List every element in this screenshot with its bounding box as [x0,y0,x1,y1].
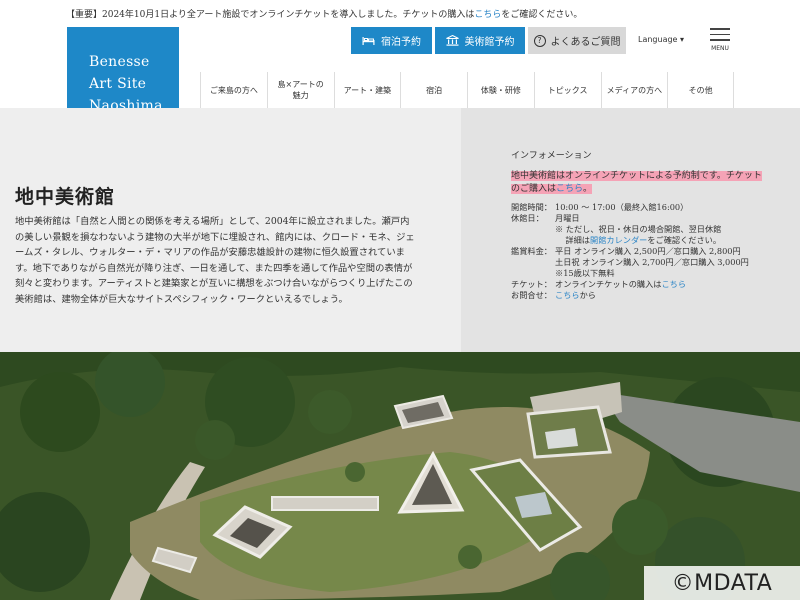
hamburger-icon-bar [710,33,730,35]
stay-reservation-label: 宿泊予約 [381,37,421,48]
hamburger-icon-bar [710,39,730,41]
notice-link[interactable]: こちら [474,10,501,20]
closed-row: 休館日： 月曜日 [511,213,749,224]
closed-value: 月曜日 [555,213,580,223]
main-nav: ご来島の方へ 島×アートの 魅力 アート・建築 宿泊 体験・研修 トピックス メデ… [200,72,734,108]
nav-item-label: アート・建築 [343,85,392,95]
museum-icon [445,35,459,46]
faq-button[interactable]: ? よくあるご質問 [528,27,626,54]
nav-item-label: ご来島の方へ [209,85,258,95]
closed-note-1-text: ※ ただし、祝日・休日の場合開館、翌日休館 [555,224,722,234]
museum-reservation-button[interactable]: 美術館予約 [435,27,525,54]
closed-note-2-prefix: 詳細は [565,235,590,245]
language-selector[interactable]: Language ▾ [638,35,684,44]
nav-item-label: メディアの方へ [606,85,663,95]
nav-item-label: トピックス [547,85,588,95]
fee-weekday: 平日 オンライン購入 2,500円／窓口購入 2,800円 [555,246,741,256]
information-panel: インフォメーション 地中美術館はオンラインチケットによる予約制です。チケットのご… [461,108,800,352]
menu-label: MENU [711,44,729,52]
aerial-photo: ©MDATA [0,352,800,600]
stay-reservation-button[interactable]: 宿泊予約 [351,27,432,54]
notice-suffix: をご確認ください。 [501,10,583,20]
aerial-photo-illustration [0,352,800,600]
hours-value: 10:00 ～ 17:00（最終入館16:00） [555,202,689,212]
ticket-label: チケット： [511,279,552,289]
fee-note-row: ※15歳以下無料 [511,268,749,279]
ticket-prefix: オンラインチケットの購入は [555,279,662,289]
closed-note-2: 詳細は開館カレンダーをご確認ください。 [511,235,749,246]
nav-item-label: 体験・研修 [480,85,521,95]
page-title: 地中美術館 [15,186,116,208]
nav-item-label: 島×アートの [277,80,324,89]
closed-note-1: ※ ただし、祝日・休日の場合開館、翌日休館 [511,224,749,235]
calendar-link[interactable]: 開館カレンダー [590,235,647,245]
question-icon: ? [533,34,546,47]
museum-intro: 地中美術館 地中美術館は「自然と人間との関係を考える場所」として、2004年に設… [0,108,461,352]
nav-item-other[interactable]: その他 [667,72,734,108]
nav-item-stay[interactable]: 宿泊 [400,72,467,108]
alert-text: 地中美術館はオンラインチケットによる予約制です。チケットのご購入は [511,171,762,194]
info-table: 開館時間： 10:00 ～ 17:00（最終入館16:00） 休館日： 月曜日 … [511,202,749,301]
nav-item-art-architecture[interactable]: アート・建築 [333,72,401,108]
contact-label: お問合せ： [511,290,552,300]
museum-reservation-label: 美術館予約 [464,37,515,48]
closed-note-2-suffix: をご確認ください。 [647,235,722,245]
hamburger-icon [710,28,730,30]
faq-label: よくあるご質問 [550,37,621,48]
contact-link[interactable]: こちら [555,290,580,300]
closed-label: 休館日： [511,213,544,223]
notice-text: 【重要】2024年10月1日より全アート施設でオンラインチケットを導入しました。… [66,10,475,20]
nav-item-topics[interactable]: トピックス [533,72,601,108]
important-notice: 【重要】2024年10月1日より全アート施設でオンラインチケットを導入しました。… [66,7,582,20]
info-title: インフォメーション [511,151,592,161]
logo-line-1: Benesse [89,54,150,70]
nav-item-visitors[interactable]: ご来島の方へ [200,72,267,108]
nav-item-label: その他 [688,85,713,95]
museum-description: 地中美術館は「自然と人間との関係を考える場所」として、2004年に設立されました… [15,216,415,305]
nav-item-media[interactable]: メディアの方へ [600,72,668,108]
fee-weekend: 土日祝 オンライン購入 2,700円／窓口購入 3,000円 [555,257,749,267]
nav-item-island-art[interactable]: 島×アートの 魅力 [266,72,334,108]
nav-item-label-line2: 魅力 [292,91,309,100]
hours-row: 開館時間： 10:00 ～ 17:00（最終入館16:00） [511,202,749,213]
menu-button[interactable]: MENU [706,28,734,52]
logo-line-2: Art Site [89,76,147,92]
content-section: 地中美術館 地中美術館は「自然と人間との関係を考える場所」として、2004年に設… [0,108,800,352]
nav-item-experience[interactable]: 体験・研修 [467,72,534,108]
alert-link[interactable]: こちら [556,184,583,194]
ticket-row: チケット： オンラインチケットの購入はこちら [511,279,749,290]
hours-label: 開館時間： [511,202,552,212]
fee-weekend-row: 土日祝 オンライン購入 2,700円／窓口購入 3,000円 [511,257,749,268]
ticket-link[interactable]: こちら [661,279,686,289]
fee-label: 鑑賞料金： [511,246,552,256]
alert-suffix: 。 [583,184,593,194]
fee-note: ※15歳以下無料 [555,268,615,278]
bed-icon [362,36,375,46]
contact-suffix: から [579,290,596,300]
fee-row: 鑑賞料金： 平日 オンライン購入 2,500円／窓口購入 2,800円 [511,246,749,257]
reservation-alert: 地中美術館はオンラインチケットによる予約制です。チケットのご購入はこちら。 [511,170,764,196]
contact-row: お問合せ： こちらから [511,290,749,301]
nav-item-label: 宿泊 [426,85,443,95]
photo-copyright: ©MDATA [644,566,800,600]
